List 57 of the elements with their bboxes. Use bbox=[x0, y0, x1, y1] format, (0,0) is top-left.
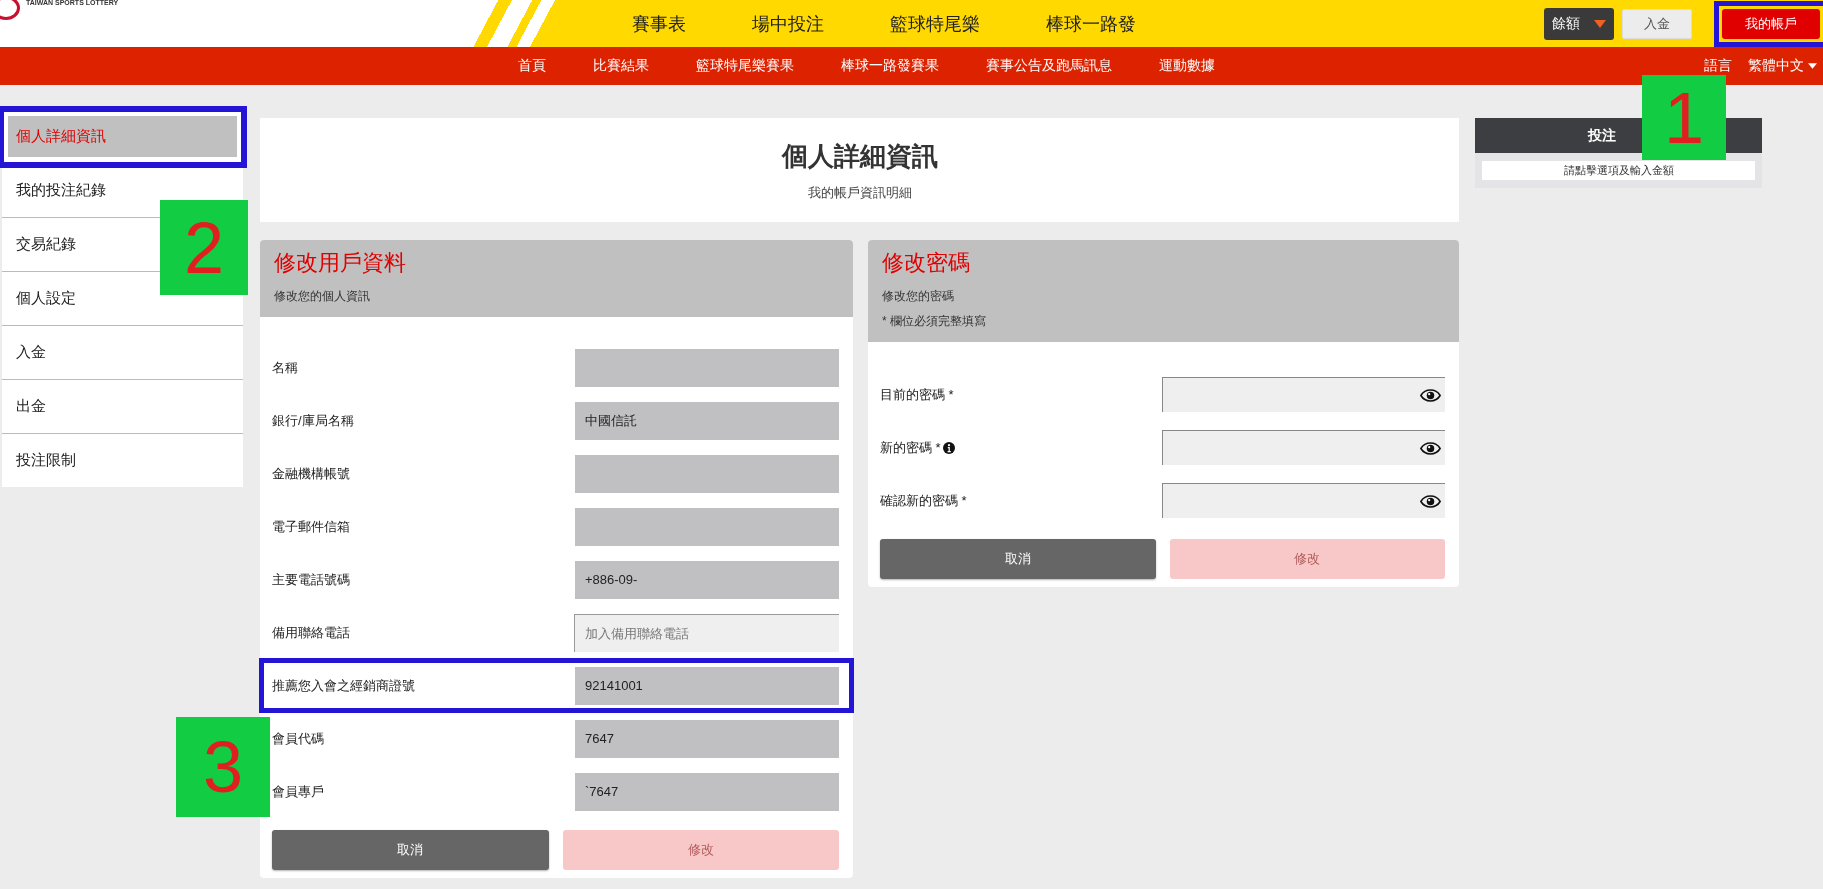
password-field[interactable] bbox=[1162, 430, 1445, 465]
sub-nav-link[interactable]: 籃球特尾樂賽果 bbox=[696, 57, 794, 75]
top-nav-link[interactable]: 賽事表 bbox=[632, 11, 686, 36]
language-dropdown[interactable]: 繁體中文 bbox=[1748, 57, 1817, 75]
top-nav-link[interactable]: 場中投注 bbox=[752, 11, 824, 36]
input-field[interactable]: 加入備用聯絡電話 bbox=[574, 613, 839, 652]
bet-slip-hint: 請點擊選項及輸入金額 bbox=[1482, 161, 1755, 180]
field-label: 銀行/庫局名稱 bbox=[272, 411, 354, 430]
caret-icon bbox=[1594, 19, 1606, 28]
info-icon bbox=[942, 441, 955, 454]
eye-icon[interactable] bbox=[1420, 441, 1441, 455]
eye-icon[interactable] bbox=[1420, 494, 1441, 508]
balance-button[interactable]: 餘額 bbox=[1544, 7, 1614, 40]
field-label: 新的密碼 * bbox=[880, 438, 941, 457]
page-title: 個人詳細資訊 bbox=[781, 139, 938, 173]
sub-nav-link[interactable]: 棒球一路發賽果 bbox=[841, 57, 939, 75]
page-subtitle: 我的帳戶資訊明細 bbox=[807, 183, 912, 202]
sidebar-item[interactable]: 個人設定 bbox=[2, 289, 76, 308]
annotation-number: 1 bbox=[1642, 75, 1726, 160]
top-nav-link[interactable]: 籃球特尾樂 bbox=[890, 11, 980, 36]
sub-nav-link[interactable]: 運動數據 bbox=[1159, 57, 1215, 75]
card-title: 修改密碼 bbox=[882, 249, 971, 277]
field-label: 金融機構帳號 bbox=[272, 464, 350, 483]
top-nav-link[interactable]: 棒球一路發 bbox=[1046, 11, 1136, 36]
eye-icon[interactable] bbox=[1420, 388, 1441, 402]
sub-nav-link[interactable]: 比賽結果 bbox=[593, 57, 649, 75]
required-note: * 欄位必須完整填寫 bbox=[882, 313, 987, 330]
card-title: 修改用戶資料 bbox=[274, 249, 407, 277]
field-label: 會員專戶 bbox=[272, 782, 324, 801]
annotation-number: 3 bbox=[176, 717, 270, 817]
cancel-button[interactable]: 取消 bbox=[272, 830, 549, 870]
annotation-number: 2 bbox=[160, 200, 248, 295]
sidebar-item[interactable]: 出金 bbox=[2, 397, 46, 416]
sub-nav-link[interactable]: 賽事公告及跑馬訊息 bbox=[986, 57, 1112, 75]
cancel-button[interactable]: 取消 bbox=[880, 539, 1156, 579]
field-label: 主要電話號碼 bbox=[272, 570, 350, 589]
field-label: 備用聯絡電話 bbox=[272, 623, 350, 642]
field-label: 名稱 bbox=[272, 358, 298, 377]
password-field[interactable] bbox=[1162, 483, 1445, 518]
bet-slip-title: 投注 bbox=[1587, 126, 1616, 145]
field-label: 目前的密碼 * bbox=[880, 385, 954, 404]
field-label: 電子郵件信箱 bbox=[272, 517, 350, 536]
password-field[interactable] bbox=[1162, 377, 1445, 412]
sub-nav-link[interactable]: 首頁 bbox=[518, 57, 546, 75]
field-label: 確認新的密碼 * bbox=[880, 491, 967, 510]
sidebar-item[interactable]: 我的投注紀錄 bbox=[2, 181, 106, 200]
deposit-button[interactable]: 入金 bbox=[1622, 8, 1692, 39]
sidebar-item[interactable]: 投注限制 bbox=[2, 451, 76, 470]
language-label: 語言 bbox=[1704, 57, 1732, 75]
sidebar-item[interactable]: 入金 bbox=[2, 343, 46, 362]
my-account-button[interactable]: 我的帳戶 bbox=[1722, 8, 1820, 39]
field-label: 推薦您入會之經銷商證號 bbox=[272, 676, 415, 695]
caret-icon bbox=[1808, 63, 1817, 69]
card-subtitle: 修改您的個人資訊 bbox=[274, 288, 371, 305]
field-label: 會員代碼 bbox=[272, 729, 324, 748]
sidebar-item[interactable]: 交易紀錄 bbox=[2, 235, 76, 254]
card-subtitle: 修改您的密碼 bbox=[882, 288, 955, 305]
